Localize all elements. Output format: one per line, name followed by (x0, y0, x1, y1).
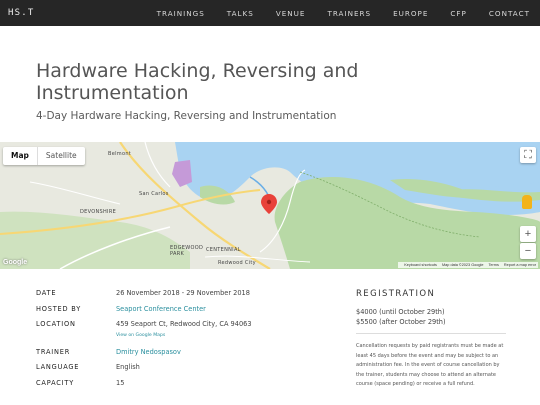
date-label: DATE (36, 289, 57, 297)
nav-contact[interactable]: CONTACT (489, 9, 530, 18)
nav-trainers[interactable]: TRAINERS (327, 9, 371, 18)
price-early: $4000 (until October 29th) (356, 308, 445, 316)
nav-cfp[interactable]: CFP (450, 9, 467, 18)
zoom-in-button[interactable]: + (520, 226, 536, 242)
keyboard-shortcuts-link[interactable]: Keyboard shortcuts (404, 263, 437, 267)
trainer-label: TRAINER (36, 347, 71, 356)
capacity-value: 15 (116, 378, 125, 387)
detail-row-trainer: TRAINER Dmitry Nedospasov (36, 348, 306, 360)
location-label: LOCATION (36, 320, 76, 328)
map-type-map-button[interactable]: Map (3, 147, 38, 165)
registration-heading: REGISTRATION (356, 289, 436, 299)
map-label-belmont: Belmont (108, 151, 132, 157)
divider (356, 333, 506, 334)
google-logo[interactable]: Google (3, 259, 27, 266)
language-label: LANGUAGE (36, 363, 80, 371)
detail-row-language: LANGUAGE English (36, 363, 306, 375)
language-value: English (116, 363, 140, 371)
nav-trainings[interactable]: TRAININGS (157, 9, 205, 18)
location-value: 459 Seaport Ct, Redwood City, CA 94063 (116, 320, 252, 328)
map-label-devonshire: DEVONSHIRE (80, 209, 117, 215)
nav-venue[interactable]: VENUE (276, 9, 306, 18)
date-value: 26 November 2018 - 29 November 2018 (116, 289, 250, 297)
map-label-centennial: CENTENNIAL (206, 247, 241, 253)
capacity-label: CAPACITY (36, 378, 75, 387)
cancellation-policy: Cancellation requests by paid registrant… (356, 343, 504, 387)
nav-talks[interactable]: TALKS (227, 9, 254, 18)
hosted-by-link[interactable]: Seaport Conference Center (116, 305, 206, 313)
hosted-by-label: HOSTED BY (36, 304, 82, 313)
main-nav: TRAININGS TALKS VENUE TRAINERS EUROPE CF… (135, 9, 530, 18)
hero-section: Hardware Hacking, Reversing and Instrume… (0, 26, 540, 142)
map-label-redwood-city: Redwood City (218, 260, 256, 266)
detail-row-capacity: CAPACITY 15 (36, 379, 306, 391)
detail-row-location: LOCATION 459 Seaport Ct, Redwood City, C… (36, 320, 306, 344)
view-on-google-maps-link[interactable]: View on Google Maps (116, 333, 165, 338)
venue-map[interactable]: Map Satellite ⛶ + − Belmont San Carlos D… (0, 142, 540, 269)
nav-europe[interactable]: EUROPE (393, 9, 428, 18)
event-details: DATE 26 November 2018 - 29 November 2018… (36, 289, 306, 394)
detail-row-date: DATE 26 November 2018 - 29 November 2018 (36, 289, 306, 301)
map-type-satellite-button[interactable]: Satellite (38, 147, 85, 165)
site-logo[interactable]: HS.T (8, 8, 34, 18)
terms-link[interactable]: Terms (489, 263, 499, 267)
map-type-control: Map Satellite (3, 147, 85, 165)
map-label-edgewood-park: EDGEWOOD PARK (170, 245, 204, 257)
page-title: Hardware Hacking, Reversing and Instrume… (36, 60, 359, 104)
map-data-text: Map data ©2023 Google (442, 263, 484, 267)
street-view-pegman-icon[interactable] (522, 195, 532, 209)
report-map-error-link[interactable]: Report a map error (504, 263, 536, 267)
map-label-san-carlos: San Carlos (139, 191, 169, 197)
registration-panel: REGISTRATION $4000 (until October 29th) … (356, 289, 506, 390)
fullscreen-button[interactable]: ⛶ (520, 147, 536, 163)
zoom-out-button[interactable]: − (520, 243, 536, 259)
detail-row-hosted: HOSTED BY Seaport Conference Center (36, 305, 306, 317)
page-subtitle: 4-Day Hardware Hacking, Reversing and In… (36, 110, 337, 122)
trainer-link[interactable]: Dmitry Nedospasov (116, 348, 181, 356)
map-attribution: Keyboard shortcuts Map data ©2023 Google… (398, 262, 538, 268)
price-late: $5500 (after October 29th) (356, 318, 446, 326)
top-navigation-bar: HS.T TRAININGS TALKS VENUE TRAINERS EURO… (0, 0, 540, 26)
